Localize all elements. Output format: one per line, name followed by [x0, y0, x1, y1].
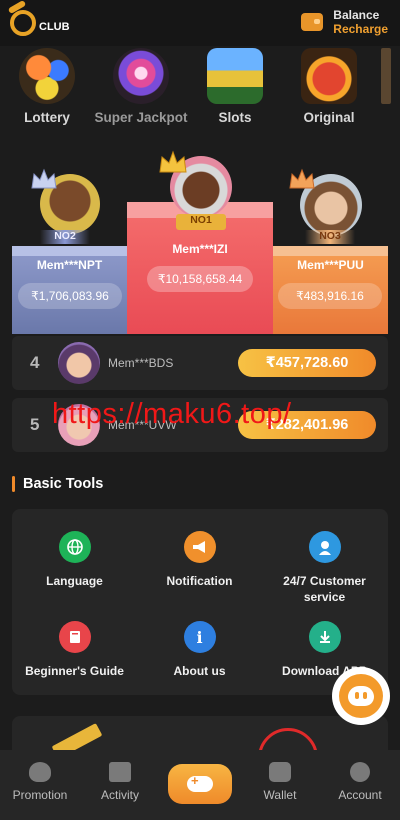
book-icon [58, 621, 91, 653]
podium-rank-label: NO2 [40, 230, 90, 244]
leaderboard-podium: NO2 Mem***NPT ₹1,706,083.96 NO3 Mem***PU… [0, 140, 400, 340]
heading-accent-bar [12, 476, 15, 492]
tab-activity[interactable]: Activity [80, 762, 160, 802]
podium-name: Mem***IZI [172, 242, 228, 256]
podium-name: Mem***NPT [36, 258, 103, 272]
tool-about-us[interactable]: i About us [137, 621, 262, 679]
category-label: Slots [218, 110, 252, 125]
tab-label: Wallet [263, 788, 297, 802]
category-label: Original [303, 110, 355, 125]
tool-language[interactable]: Language [12, 531, 137, 589]
rank-name: Mem***BDS [108, 356, 174, 370]
category-label: Super Jackpot [94, 110, 188, 125]
tab-wallet[interactable]: Wallet [240, 762, 320, 802]
game-category-strip: Lottery Super Jackpot Slots Original [0, 46, 400, 130]
podium-rank-label: NO3 [305, 230, 355, 244]
podium-amount: ₹483,916.16 [278, 283, 382, 309]
jackpot-wheel-icon [113, 48, 169, 104]
rank-number: 4 [30, 353, 40, 372]
original-game-icon [301, 48, 357, 104]
wallet-icon [301, 13, 324, 31]
podium-amount: ₹1,706,083.96 [18, 283, 122, 309]
page: CLUB Balance Recharge Lottery Super Jack… [0, 0, 400, 820]
tool-label: About us [173, 664, 226, 678]
balance-label: Balance [333, 8, 380, 22]
section-title-text: Basic Tools [23, 476, 104, 492]
category-partial[interactable] [376, 46, 396, 130]
tool-label: Notification [166, 574, 233, 588]
floating-support-button[interactable] [332, 667, 390, 725]
chat-mascot-icon [339, 674, 383, 718]
tab-game-center[interactable] [168, 764, 232, 804]
tab-label: Promotion [12, 788, 68, 802]
category-slots[interactable]: Slots [188, 46, 282, 130]
rank-number: 5 [30, 415, 40, 434]
tool-customer-service[interactable]: 24/7 Customer service [262, 531, 387, 605]
info-icon: i [183, 621, 216, 653]
tab-promotion[interactable]: Promotion [0, 762, 80, 802]
basic-tools-panel: Language Notification 24/7 Customer serv… [12, 509, 388, 695]
avatar [58, 342, 100, 384]
url-watermark: https://maku6.top/ [52, 398, 292, 430]
recharge-link[interactable]: Recharge [333, 22, 388, 36]
leaderboard-row: 4 Mem***BDS ₹457,728.60 [12, 336, 388, 390]
bottom-tab-bar: Promotion Activity Wallet Account [0, 750, 400, 820]
basic-tools-heading: Basic Tools [12, 474, 103, 494]
slot-machine-icon [207, 48, 263, 104]
top-header: CLUB Balance Recharge [0, 0, 400, 46]
lottery-balls-icon [19, 48, 75, 104]
promotion-icon [29, 762, 51, 782]
tab-account[interactable]: Account [320, 762, 400, 802]
category-lottery[interactable]: Lottery [0, 46, 94, 130]
app-logo[interactable]: CLUB [10, 10, 70, 36]
tool-label: Beginner's Guide [25, 664, 124, 678]
support-agent-icon [308, 531, 341, 563]
podium-name: Mem***PUU [297, 258, 364, 272]
tab-label: Account [338, 788, 382, 802]
megaphone-icon [183, 531, 216, 563]
balance-recharge-button[interactable]: Balance Recharge [301, 8, 388, 36]
category-label: Lottery [24, 110, 70, 125]
gift-icon [109, 762, 131, 782]
podium-rank-label: NO1 [176, 214, 226, 230]
logo-mark-icon [10, 10, 36, 36]
tool-beginners-guide[interactable]: Beginner's Guide [12, 621, 137, 679]
category-super-jackpot[interactable]: Super Jackpot [94, 46, 188, 130]
bronze-crown-icon [288, 168, 315, 189]
download-icon [308, 621, 341, 653]
account-icon [350, 762, 370, 782]
partial-category-icon [381, 48, 391, 104]
wallet-icon [269, 762, 291, 782]
category-original[interactable]: Original [282, 46, 376, 130]
logo-text: CLUB [39, 21, 70, 33]
gamepad-icon [187, 773, 213, 792]
tool-notification[interactable]: Notification [137, 531, 262, 589]
tool-label: Language [46, 574, 103, 588]
tool-label: 24/7 Customer service [283, 574, 366, 604]
gold-crown-icon [158, 150, 187, 173]
globe-icon [58, 531, 91, 563]
silver-crown-icon [30, 168, 57, 189]
tab-label: Activity [100, 788, 139, 802]
rank-amount: ₹457,728.60 [238, 349, 376, 377]
podium-amount: ₹10,158,658.44 [147, 266, 253, 292]
